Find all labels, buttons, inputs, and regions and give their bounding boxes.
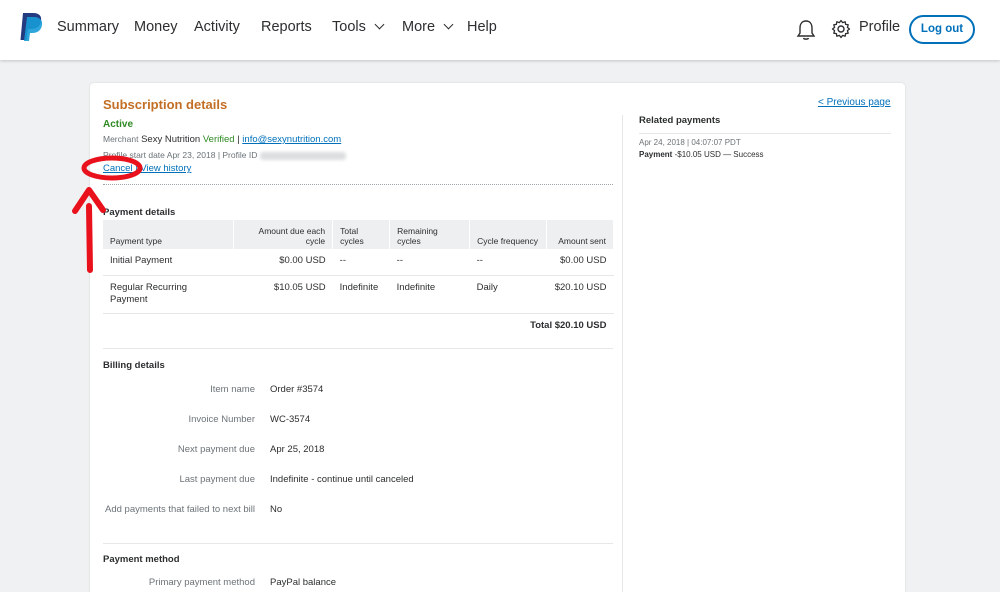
table-cell: $0.00 USD: [233, 249, 333, 276]
table-row: Regular Recurring Payment $10.05 USD Ind…: [103, 275, 614, 314]
separator: |: [237, 134, 240, 145]
paypal-logo-icon[interactable]: [19, 12, 43, 42]
page-title: Subscription details: [103, 97, 228, 112]
table-cell: Indefinite: [332, 275, 390, 314]
chevron-down-icon: [443, 19, 454, 30]
table-cell: Regular Recurring Payment: [103, 275, 234, 314]
billing-label: Item name: [210, 384, 255, 395]
previous-page-link[interactable]: < Previous page: [818, 97, 891, 108]
merchant-line: Merchant Sexy Nutrition Verified | info@…: [103, 134, 341, 145]
column-header: Amount due each cycle: [233, 220, 334, 249]
top-navigation-bar: Summary Money Activity Reports Tools Mor…: [0, 0, 1000, 60]
related-payment-date: Apr 24, 2018 | 04:07:07 PDT: [639, 138, 741, 147]
nav-tools-label: Tools: [332, 19, 366, 35]
total-row: Total $20.10 USD: [103, 313, 614, 347]
nav-help[interactable]: Help: [467, 19, 497, 35]
billing-value: WC-3574: [270, 414, 311, 425]
payment-method-value: PayPal balance: [270, 577, 337, 588]
divider: [103, 184, 613, 185]
related-payment-item[interactable]: Payment -$10.05 USD — Success: [639, 150, 764, 159]
profile-start-text: Profile start date Apr 23, 2018 | Profil…: [103, 150, 258, 160]
billing-label: Invoice Number: [188, 414, 255, 425]
gear-icon[interactable]: [831, 19, 851, 39]
table-cell: $10.05 USD: [233, 275, 333, 314]
merchant-name: Sexy Nutrition: [141, 134, 201, 145]
table-cell: Daily: [469, 275, 547, 314]
billing-label: Next payment due: [177, 444, 255, 455]
payment-details-table: Payment type Amount due each cycle Total…: [103, 220, 614, 347]
billing-value: Indefinite - continue until canceled: [270, 474, 414, 485]
view-history-link[interactable]: View history: [140, 163, 191, 174]
table-cell: --: [469, 249, 547, 276]
nav-more-label: More: [402, 19, 436, 35]
table-cell: --: [332, 249, 390, 276]
divider: [103, 348, 613, 349]
nav-summary[interactable]: Summary: [57, 19, 119, 35]
billing-value: Order #3574: [270, 384, 324, 395]
profile-info: Profile start date Apr 23, 2018 | Profil…: [103, 150, 347, 160]
action-links: Cancel | View history: [103, 163, 191, 174]
nav-reports[interactable]: Reports: [261, 19, 312, 35]
column-header: Cycle frequency: [469, 220, 548, 249]
logout-button[interactable]: Log out: [909, 15, 975, 44]
chevron-down-icon: [374, 19, 385, 30]
cancel-link[interactable]: Cancel: [103, 163, 133, 174]
payment-details-heading: Payment details: [103, 207, 176, 218]
table-cell: Initial Payment: [103, 249, 234, 276]
column-header: Remaining cycles: [389, 220, 471, 249]
merchant-label: Merchant: [103, 134, 139, 144]
merchant-email-link[interactable]: info@sexynutrition.com: [242, 134, 341, 145]
table-header-row: Payment type Amount due each cycle Total…: [103, 220, 614, 249]
separator: |: [135, 163, 138, 174]
billing-details-heading: Billing details: [103, 360, 165, 371]
total-amount: Total $20.10 USD: [530, 319, 607, 331]
billing-label: Last payment due: [179, 474, 255, 485]
column-header: Total cycles: [332, 220, 391, 249]
payment-method-heading: Payment method: [103, 554, 180, 565]
status-badge: Active: [103, 119, 134, 130]
billing-value: No: [270, 504, 283, 515]
verified-badge: Verified: [202, 134, 235, 145]
billing-value: Apr 25, 2018: [270, 444, 325, 455]
billing-label: Add payments that failed to next bill: [105, 504, 255, 515]
column-header: Payment type: [103, 220, 235, 249]
nav-tools[interactable]: Tools: [332, 19, 385, 35]
divider: [639, 133, 891, 134]
divider: [103, 543, 613, 544]
table-cell: $20.10 USD: [546, 275, 614, 314]
subscription-card: Subscription details < Previous page Act…: [90, 83, 905, 592]
table-cell: --: [389, 249, 470, 276]
nav-money[interactable]: Money: [134, 19, 178, 35]
column-header: Amount sent: [546, 220, 614, 249]
nav-more[interactable]: More: [402, 19, 454, 35]
bell-icon[interactable]: [795, 19, 817, 41]
table-row: Initial Payment $0.00 USD -- -- -- $0.00…: [103, 249, 614, 276]
payment-method-label: Primary payment method: [148, 577, 255, 588]
column-divider: [622, 115, 623, 592]
related-payment-label: Payment: [639, 150, 673, 159]
blurred-profile-id: [260, 151, 347, 160]
table-cell: $0.00 USD: [546, 249, 614, 276]
related-payment-detail: -$10.05 USD — Success: [674, 150, 764, 159]
nav-activity[interactable]: Activity: [194, 19, 240, 35]
profile-link[interactable]: Profile: [859, 19, 900, 35]
table-cell: Indefinite: [389, 275, 470, 314]
related-payments-heading: Related payments: [639, 115, 721, 126]
